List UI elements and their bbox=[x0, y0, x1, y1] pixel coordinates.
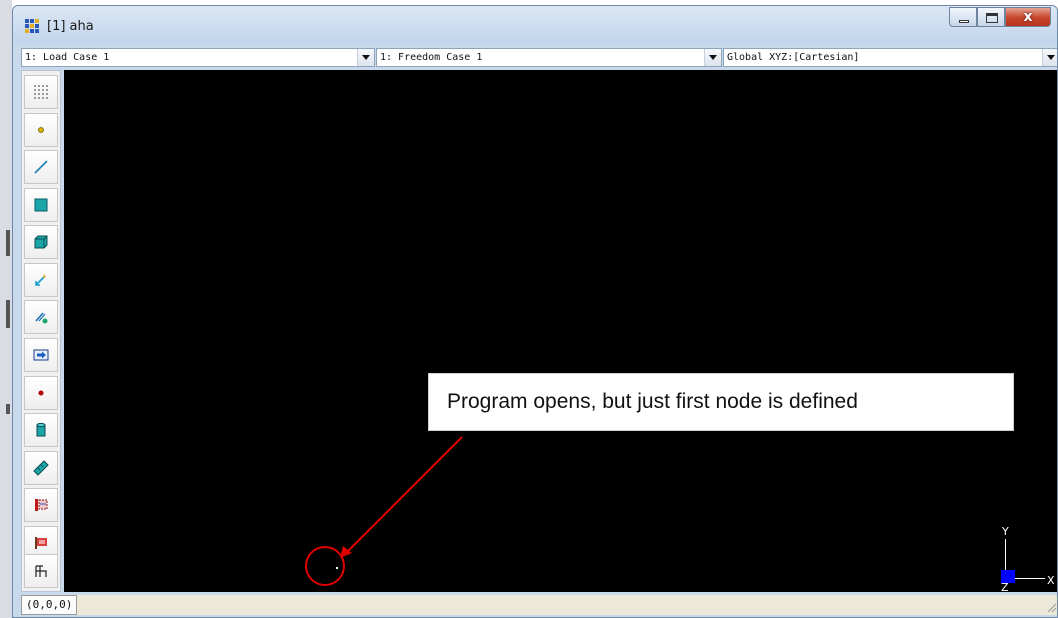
model-viewport[interactable]: Y Z X bbox=[64, 70, 1057, 594]
tool-link-node[interactable] bbox=[24, 300, 58, 334]
brick-icon bbox=[34, 235, 48, 249]
load-case-value: 1: Load Case 1 bbox=[25, 52, 110, 63]
link-icon bbox=[35, 274, 46, 286]
freedom-case-select[interactable]: 1: Freedom Case 1 bbox=[376, 48, 722, 67]
tool-load[interactable] bbox=[24, 338, 58, 372]
first-node-point[interactable] bbox=[336, 567, 338, 569]
callout-annotation: Program opens, but just first node is de… bbox=[428, 373, 1014, 431]
tool-restraint[interactable] bbox=[24, 554, 58, 588]
freedom-case-value: 1: Freedom Case 1 bbox=[380, 52, 483, 63]
minimize-button[interactable] bbox=[949, 7, 977, 27]
close-button[interactable]: x bbox=[1005, 7, 1051, 27]
chevron-down-icon[interactable] bbox=[1042, 49, 1057, 66]
element-toolbar bbox=[21, 70, 61, 592]
z-axis-label: Z bbox=[1001, 581, 1009, 594]
chevron-down-icon[interactable] bbox=[704, 49, 721, 66]
axis-triad: Y Z X bbox=[999, 525, 1057, 594]
chevron-down-icon[interactable] bbox=[357, 49, 374, 66]
coordinate-system-value: Global XYZ:[Cartesian] bbox=[727, 52, 860, 63]
attribute-icon bbox=[35, 499, 48, 511]
desktop-background bbox=[0, 0, 12, 618]
status-bar: (0,0,0) bbox=[21, 595, 1057, 615]
link-node-icon bbox=[35, 312, 48, 324]
maximize-icon bbox=[986, 13, 998, 23]
title-bar[interactable]: [1] aha x bbox=[13, 6, 1057, 44]
tool-cylinder[interactable] bbox=[24, 413, 58, 447]
x-axis-label: X bbox=[1047, 574, 1055, 587]
tool-beam[interactable] bbox=[24, 150, 58, 184]
tool-node[interactable] bbox=[24, 113, 58, 147]
node-icon bbox=[38, 127, 44, 133]
maximize-button[interactable] bbox=[977, 7, 1005, 27]
case-selector-bar: 1: Load Case 1 1: Freedom Case 1 Global … bbox=[21, 48, 1057, 67]
tool-link[interactable] bbox=[24, 263, 58, 297]
coordinate-readout: (0,0,0) bbox=[21, 595, 78, 615]
y-axis-label: Y bbox=[1002, 525, 1009, 538]
desktop-edge-mark bbox=[6, 230, 10, 256]
tool-plate[interactable] bbox=[24, 188, 58, 222]
plate-icon bbox=[34, 198, 48, 212]
minimize-icon bbox=[959, 20, 969, 23]
load-arrow-icon bbox=[33, 349, 49, 361]
ruler-icon bbox=[33, 460, 49, 476]
restraint-icon bbox=[35, 565, 47, 577]
desktop-edge-mark bbox=[6, 404, 10, 414]
tool-brick[interactable] bbox=[24, 225, 58, 259]
window-title: [1] aha bbox=[47, 19, 94, 34]
desktop-edge-mark bbox=[6, 300, 10, 328]
resize-grip-icon[interactable] bbox=[1045, 601, 1057, 613]
grid-icon bbox=[34, 85, 48, 99]
close-icon: x bbox=[1023, 9, 1033, 25]
flag-icon bbox=[35, 537, 47, 549]
point-mass-icon bbox=[38, 390, 44, 396]
beam-icon bbox=[34, 160, 48, 174]
tool-point-mass[interactable] bbox=[24, 376, 58, 410]
app-grid-icon[interactable] bbox=[25, 19, 41, 35]
cylinder-icon bbox=[36, 422, 46, 437]
tool-attribute[interactable] bbox=[24, 488, 58, 522]
load-case-select[interactable]: 1: Load Case 1 bbox=[21, 48, 375, 67]
app-window: [1] aha x 1: Load Case 1 1: Freedom Case… bbox=[12, 5, 1058, 618]
coordinate-system-select[interactable]: Global XYZ:[Cartesian] bbox=[723, 48, 1057, 67]
tool-ruler[interactable] bbox=[24, 451, 58, 485]
tool-grid[interactable] bbox=[24, 75, 58, 109]
